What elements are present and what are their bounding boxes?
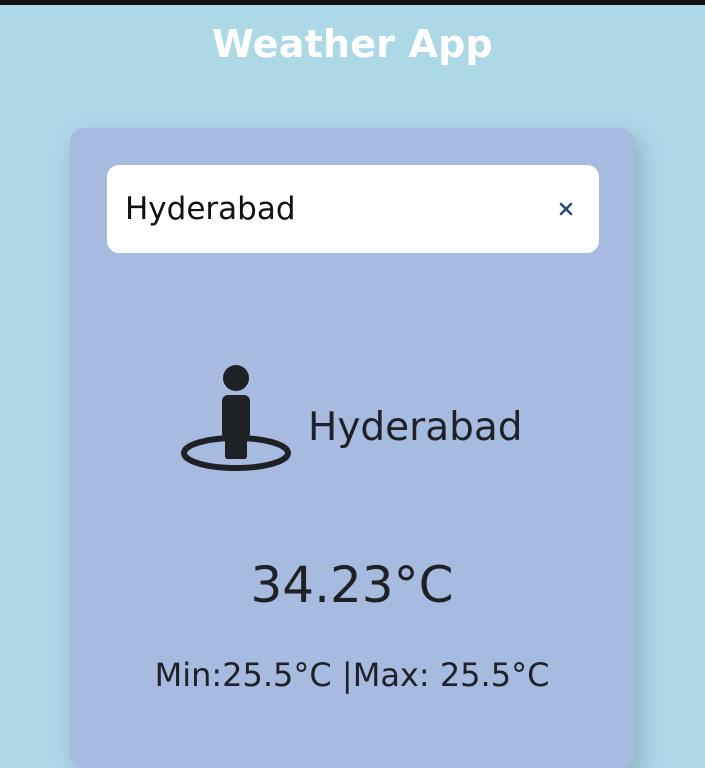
city-search-input[interactable] (125, 191, 551, 227)
app-title: Weather App (212, 22, 493, 66)
person-location-icon (181, 365, 291, 471)
current-temperature: 34.23°C (250, 556, 454, 614)
clear-search-button[interactable] (551, 194, 581, 224)
min-max-temperature: Min:25.5°C |Max: 25.5°C (154, 656, 550, 694)
location-row: Hyderabad (180, 364, 523, 476)
status-bar-edge (0, 0, 705, 5)
close-icon (559, 202, 573, 216)
city-name: Hyderabad (308, 404, 523, 450)
weather-card: Hyderabad 34.23°C Min:25.5°C |Max: 25.5°… (70, 128, 634, 768)
search-box (107, 165, 599, 253)
